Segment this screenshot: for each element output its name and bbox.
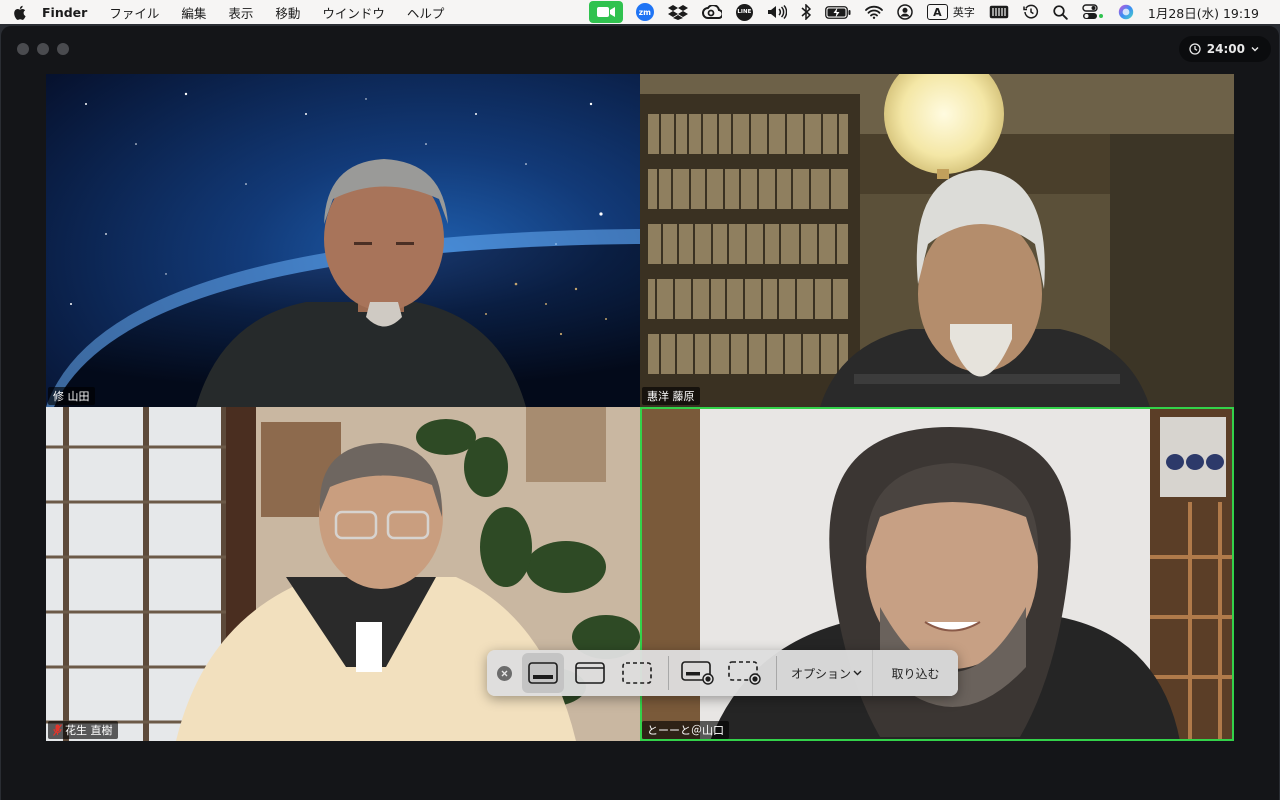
toolbar-divider [776,656,777,690]
record-selection-button[interactable] [724,653,766,693]
menu-help[interactable]: ヘルプ [396,3,456,22]
menu-go[interactable]: 移動 [264,3,311,22]
zoom-video-status-icon[interactable] [588,1,623,23]
menu-view[interactable]: 表示 [217,3,264,22]
siri-icon[interactable] [1118,0,1134,24]
window-minimize-button[interactable] [37,43,49,55]
participant-name-tag: 惠洋 藤原 [642,387,700,405]
video-tile-participant-2[interactable]: 惠洋 藤原 [640,74,1234,407]
menu-app-finder[interactable]: Finder [38,5,98,20]
participant-name-tag: 修 山田 [48,387,95,405]
control-center-icon[interactable] [1082,0,1104,24]
capture-window-button[interactable] [569,653,611,693]
volume-icon[interactable] [767,0,787,24]
record-entire-screen-button[interactable] [677,653,719,693]
capture-button[interactable]: 取り込む [872,650,958,696]
user-account-icon[interactable] [897,0,913,24]
capture-selection-button[interactable] [616,653,658,693]
toolbar-divider [668,656,669,690]
keyboard-icon[interactable] [989,0,1009,24]
dropbox-icon[interactable] [667,0,688,24]
entire-screen-icon [528,662,558,684]
close-toolbar-button[interactable] [497,665,512,681]
menubar-clock[interactable]: 1月28日(水) 19:19 [1148,0,1259,24]
time-machine-icon[interactable] [1023,0,1039,24]
wifi-icon[interactable] [864,0,883,24]
capture-entire-screen-button[interactable] [522,653,564,693]
creative-cloud-icon[interactable] [701,0,722,24]
bluetooth-icon[interactable] [801,0,811,24]
meeting-timer[interactable]: 24:00 [1178,36,1271,62]
chevron-down-icon [1251,47,1259,52]
record-screen-icon [681,661,714,685]
close-icon [501,670,508,676]
video-tile-participant-1[interactable]: 修 山田 [46,74,640,407]
spotlight-search-icon[interactable] [1053,0,1068,24]
battery-charging-icon[interactable] [824,0,851,24]
input-source-icon[interactable]: A 英字 [926,0,975,24]
selection-capture-icon [622,662,652,684]
menu-file[interactable]: ファイル [98,3,170,22]
participant-video-feed [46,74,640,407]
participant-name-tag: 花生 直樹 [48,721,118,739]
window-close-button[interactable] [17,43,29,55]
record-selection-icon [728,661,761,685]
menu-window[interactable]: ウインドウ [311,3,396,22]
menu-edit[interactable]: 編集 [170,3,217,22]
line-app-icon[interactable]: LINE [735,0,753,24]
chevron-down-icon [853,670,862,676]
zoom-app-icon[interactable]: zm [635,0,654,24]
menu-bar: Finder ファイル 編集 表示 移動 ウインドウ ヘルプ zm LINE A… [0,0,1280,24]
window-capture-icon [575,662,605,684]
zoom-meeting-window: 24:00 修 山田 惠洋 藤原 花生 直樹 とーーと＠山口 オプション 取り込… [1,26,1279,800]
options-menu-button[interactable]: オプション [785,665,868,682]
participant-name-tag: とーーと＠山口 [642,721,729,739]
screenshot-toolbar: オプション 取り込む [487,650,958,696]
window-zoom-button[interactable] [57,43,69,55]
clock-icon [1189,43,1201,55]
participant-video-feed [640,74,1234,407]
meeting-timer-text: 24:00 [1206,42,1245,56]
microphone-muted-icon [53,724,62,736]
apple-menu-icon[interactable] [0,5,38,20]
